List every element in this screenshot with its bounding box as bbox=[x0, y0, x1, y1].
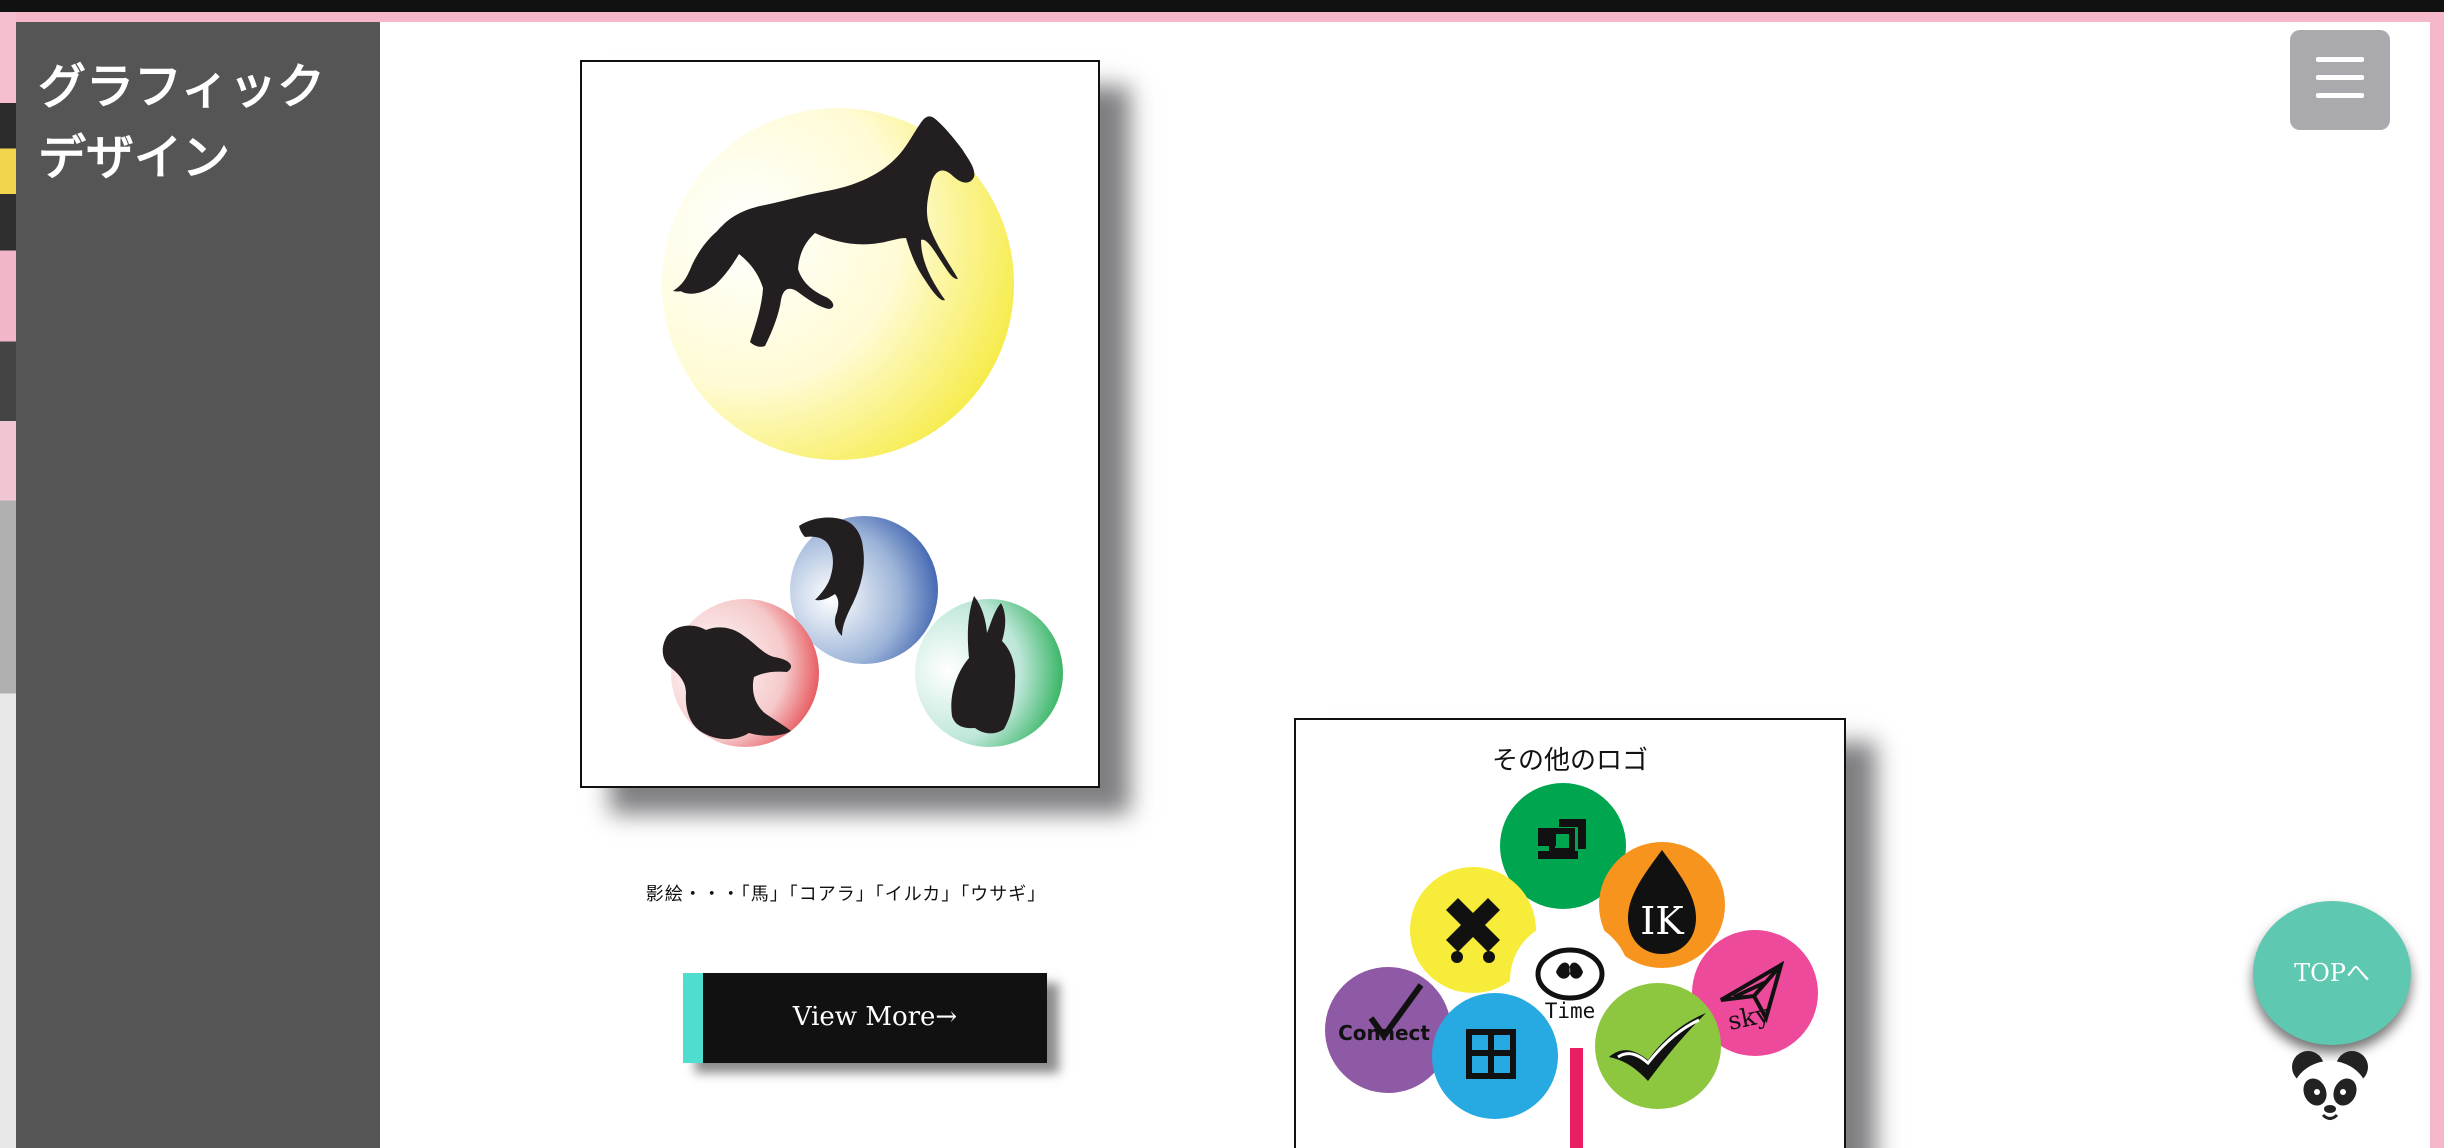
lime-logo-circle bbox=[1595, 983, 1721, 1109]
menu-line bbox=[2316, 93, 2364, 98]
menu-line bbox=[2316, 75, 2364, 80]
left-window-edge bbox=[0, 12, 16, 1148]
sidebar: グラフィック デザイン bbox=[16, 22, 380, 1148]
logo-flower-artwork: IK sky Time Connect bbox=[1325, 783, 1818, 1148]
animal-silhouette-artwork bbox=[662, 108, 1063, 747]
top-window-edge bbox=[0, 0, 2444, 12]
menu-line bbox=[2316, 57, 2364, 62]
other-logos-card[interactable]: その他のロゴ IK sky Time Connect bbox=[1294, 718, 1846, 1148]
top-button[interactable]: TOPへ bbox=[2253, 901, 2411, 1045]
view-more-button[interactable]: View More→ bbox=[683, 973, 1047, 1063]
panda-icon[interactable] bbox=[2284, 1042, 2376, 1138]
time-logo-text: Time bbox=[1545, 999, 1596, 1023]
browser-frame: グラフィック デザイン 影絵・・・「馬」「コアラ」「イルカ」「ウサギ」 View… bbox=[0, 0, 2444, 1148]
shadow-art-poster[interactable] bbox=[580, 60, 1100, 788]
connect-logo-text: Connect bbox=[1338, 1021, 1430, 1045]
artwork-caption: 影絵・・・「馬」「コアラ」「イルカ」「ウサギ」 bbox=[645, 884, 1047, 905]
flower-stem bbox=[1570, 1048, 1583, 1148]
page-viewport: グラフィック デザイン 影絵・・・「馬」「コアラ」「イルカ」「ウサギ」 View… bbox=[16, 22, 2430, 1148]
blue-dolphin-circle bbox=[790, 516, 938, 664]
ik-logo-text: IK bbox=[1640, 899, 1684, 943]
hamburger-menu-icon[interactable] bbox=[2290, 30, 2390, 130]
page-title: グラフィック デザイン bbox=[38, 59, 326, 186]
